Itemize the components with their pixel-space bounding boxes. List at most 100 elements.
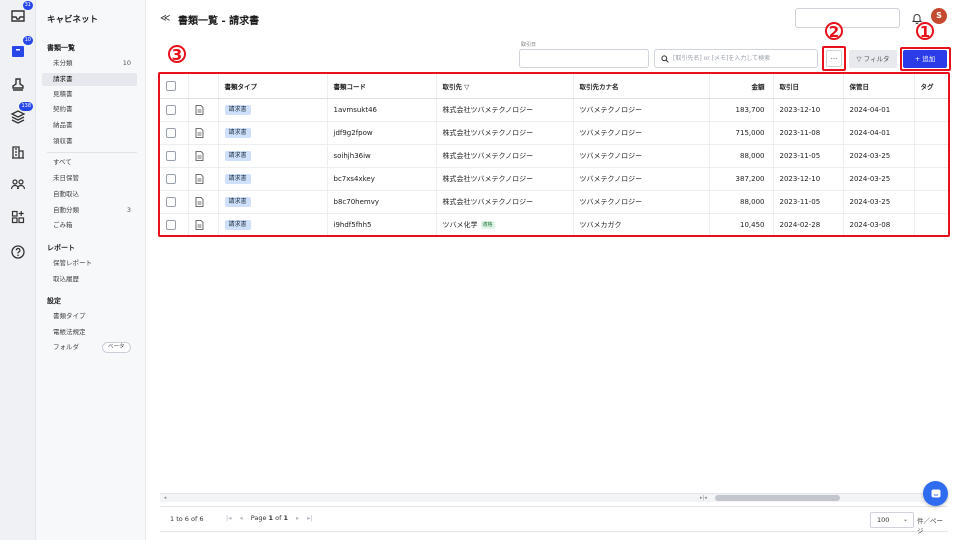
sidebar-item-storage-report[interactable]: 保管レポート xyxy=(42,257,137,270)
amount-cell: 88,000 xyxy=(709,190,774,214)
sidebar-item-trash[interactable]: ごみ箱 xyxy=(42,219,137,232)
first-page-icon[interactable]: |◂ xyxy=(226,514,231,522)
next-page-icon[interactable]: ▸ xyxy=(296,514,299,522)
column-transaction-date[interactable]: 取引日 xyxy=(773,74,844,99)
sidebar-item-auto-import[interactable]: 自動取込 xyxy=(42,188,137,201)
row-checkbox[interactable] xyxy=(166,127,176,138)
page-navigation: |◂ ◂ Page 1 of 1 ▸ ▸| xyxy=(226,514,313,522)
column-partner[interactable]: 取引先 ▽ xyxy=(436,74,574,99)
column-partner-kana[interactable]: 取引先カナ名 xyxy=(573,74,710,99)
annotation-number-one: 1 xyxy=(916,22,934,41)
column-stored-date[interactable]: 保管日 xyxy=(843,74,915,99)
sidebar-item-e-book-rules[interactable]: 電帳法規定 xyxy=(42,326,137,339)
date-filter-input[interactable] xyxy=(519,49,649,68)
column-amount[interactable]: 金額 xyxy=(709,74,774,99)
sidebar-item-count: 3 xyxy=(126,206,131,214)
users-icon[interactable] xyxy=(7,174,29,194)
scroll-left-arrow-icon[interactable]: ◂ xyxy=(160,494,170,502)
per-page-value: 100 xyxy=(877,516,890,524)
doc-type-cell: 請求書 xyxy=(218,190,328,214)
per-page-select[interactable]: 100 ⌄ xyxy=(870,512,914,528)
row-checkbox[interactable] xyxy=(166,104,176,115)
row-checkbox[interactable] xyxy=(166,173,176,184)
table-row[interactable]: 請求書 jdf9g2fpow 株式会社ツバメテクノロジー ツバメテクノロジー 7… xyxy=(160,121,949,145)
sidebar-item-unstored[interactable]: 未日保管 xyxy=(42,172,137,185)
stored-date-cell: 2024-04-01 xyxy=(843,98,915,122)
sidebar-divider xyxy=(47,152,137,153)
avatar[interactable]: S xyxy=(931,8,947,24)
doc-type-cell: 請求書 xyxy=(218,121,328,145)
cabinet-icon[interactable]: 10 xyxy=(7,36,33,61)
beta-badge: ベータ xyxy=(102,342,131,353)
scroll-split-arrows-icon[interactable]: ▸|◂ xyxy=(700,494,712,502)
sidebar-item-contract[interactable]: 契約書 xyxy=(42,103,137,116)
row-select-cell xyxy=(160,190,189,214)
sidebar-item-label: 電帳法規定 xyxy=(53,328,86,336)
horizontal-scrollbar[interactable]: ◂ ▸|◂ xyxy=(160,493,948,502)
table-row[interactable]: 請求書 1avmsukt46 株式会社ツバメテクノロジー ツバメテクノロジー 1… xyxy=(160,98,949,122)
sidebar-item-label: 納品書 xyxy=(53,121,73,129)
sidebar-item-label: 未分類 xyxy=(53,59,73,67)
partner-kana-cell: ツバメテクノロジー xyxy=(573,190,710,214)
column-doc-type[interactable]: 書類タイプ xyxy=(218,74,328,99)
icon-rail: 31 10 138 xyxy=(0,0,36,540)
search-box[interactable] xyxy=(654,49,818,68)
help-icon[interactable] xyxy=(7,242,29,262)
sidebar-item-label: 自動取込 xyxy=(53,190,79,198)
sidebar-item-unclassified[interactable]: 未分類 10 xyxy=(42,57,137,70)
row-checkbox[interactable] xyxy=(166,196,176,207)
sidebar-item-receipt[interactable]: 領収書 xyxy=(42,135,137,148)
inbox-icon[interactable]: 31 xyxy=(7,1,33,26)
table-row[interactable]: 請求書 soihjh36iw 株式会社ツバメテクノロジー ツバメテクノロジー 8… xyxy=(160,144,949,168)
global-search-input[interactable] xyxy=(795,8,900,28)
table-row[interactable]: 請求書 i9hdf5fhh5 ツバメ化学 適格 ツバメカガク 10,450 202… xyxy=(160,213,949,237)
apps-icon[interactable] xyxy=(7,207,29,227)
sidebar-item-invoice[interactable]: 請求書 xyxy=(42,73,137,86)
sidebar-item-auto-classify[interactable]: 自動分類 3 xyxy=(42,204,137,217)
filter-button[interactable]: ▽ フィルタ xyxy=(849,50,897,68)
sidebar-title: キャビネット xyxy=(47,15,99,25)
document-icon-cell xyxy=(188,213,219,237)
table-row[interactable]: 請求書 b8c70hemvy 株式会社ツバメテクノロジー ツバメテクノロジー 8… xyxy=(160,190,949,214)
add-button[interactable]: + 追加 xyxy=(903,50,947,68)
transaction-date-cell: 2024-02-28 xyxy=(773,213,844,237)
document-icon xyxy=(195,196,203,207)
document-icon xyxy=(195,219,203,230)
sidebar-item-label: ごみ箱 xyxy=(53,221,73,229)
transaction-date-cell: 2023-12-10 xyxy=(773,98,844,122)
layers-icon-glyph xyxy=(10,110,26,124)
layers-icon[interactable]: 138 xyxy=(7,102,33,127)
collapse-sidebar-icon[interactable]: ≪ xyxy=(160,13,170,24)
doc-type-badge: 請求書 xyxy=(224,127,251,138)
scrollbar-thumb[interactable] xyxy=(715,495,840,501)
sidebar-item-doc-types[interactable]: 書類タイプ xyxy=(42,310,137,323)
search-input[interactable] xyxy=(673,55,817,62)
sidebar-item-all[interactable]: すべて xyxy=(42,156,137,169)
sidebar-item-delivery-note[interactable]: 納品書 xyxy=(42,119,137,132)
tag-cell xyxy=(914,144,949,168)
last-page-icon[interactable]: ▸| xyxy=(307,514,312,522)
sidebar-item-folders[interactable]: フォルダ ベータ xyxy=(42,341,137,354)
row-checkbox[interactable] xyxy=(166,150,176,161)
document-icon xyxy=(195,173,203,184)
column-tag[interactable]: タグ xyxy=(914,74,949,99)
layers-badge: 138 xyxy=(19,102,33,111)
column-doc-code[interactable]: 書類コード xyxy=(327,74,437,99)
more-options-button[interactable]: ... xyxy=(826,50,842,67)
sidebar-item-quote[interactable]: 見積書 xyxy=(42,88,137,101)
chevron-down-icon: ⌄ xyxy=(902,516,908,523)
building-icon[interactable] xyxy=(7,142,29,162)
select-all-checkbox[interactable] xyxy=(166,80,176,91)
row-checkbox[interactable] xyxy=(166,219,176,230)
row-select-cell xyxy=(160,121,189,145)
sidebar-item-import-history[interactable]: 取込履歴 xyxy=(42,273,137,286)
prev-page-icon[interactable]: ◂ xyxy=(239,514,242,522)
chat-launcher-button[interactable] xyxy=(923,481,948,506)
partner-kana-cell: ツバメテクノロジー xyxy=(573,144,710,168)
amount-cell: 88,000 xyxy=(709,144,774,168)
partner-name: ツバメ化学 xyxy=(442,220,478,229)
annotation-number-three: 3 xyxy=(168,45,186,64)
sidebar: キャビネット 書類一覧 未分類 10 請求書 見積書 契約書 納品書 領収書 すべ… xyxy=(36,0,146,540)
table-row[interactable]: 請求書 bc7xs4xkey 株式会社ツバメテクノロジー ツバメテクノロジー 3… xyxy=(160,167,949,191)
stamp-icon[interactable] xyxy=(7,75,29,95)
